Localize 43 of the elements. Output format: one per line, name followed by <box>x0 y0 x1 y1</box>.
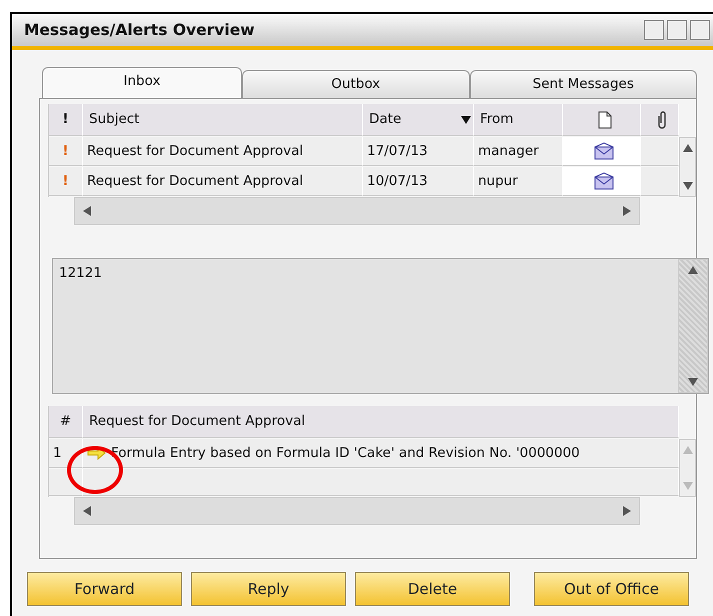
scroll-right-button[interactable] <box>623 506 631 516</box>
column-header[interactable]: Request for Document Approval <box>83 406 679 438</box>
scroll-left-button[interactable] <box>83 206 91 216</box>
scroll-right-button[interactable] <box>623 206 631 216</box>
scroll-up-button[interactable] <box>688 266 698 274</box>
table-cell: 17/07/13 <box>363 137 474 166</box>
message-text: 12121 <box>58 264 103 283</box>
column-header[interactable]: From <box>474 104 563 136</box>
column-header[interactable]: # <box>49 406 83 438</box>
row-number: 1 <box>49 439 83 468</box>
table-cell: Request for Document Approval <box>83 167 363 196</box>
action-button[interactable]: Forward <box>27 572 182 606</box>
envelope-icon <box>594 142 614 160</box>
action-button[interactable]: Delete <box>355 572 510 606</box>
tab[interactable]: Outbox <box>242 70 470 98</box>
priority-mark: ! <box>49 167 83 196</box>
action-button[interactable]: Reply <box>191 572 346 606</box>
column-header[interactable]: Subject <box>83 104 363 136</box>
scroll-up-button[interactable] <box>682 144 692 152</box>
scroll-down-button[interactable] <box>682 182 692 190</box>
action-button[interactable]: Out of Office <box>534 572 689 606</box>
table-cell: Request for Document Approval <box>83 137 363 166</box>
tab[interactable]: Sent Messages <box>470 70 697 98</box>
column-header[interactable]: Date <box>363 104 474 136</box>
close-button[interactable] <box>690 20 710 40</box>
table-cell-text: Formula Entry based on Formula ID 'Cake' and Revision No. '0000000 <box>111 444 580 463</box>
envelope-icon <box>594 172 614 190</box>
paperclip-icon <box>658 110 667 128</box>
scroll-left-button[interactable] <box>83 506 91 516</box>
scroll-down-button[interactable] <box>688 378 698 386</box>
table-cell: 10/07/13 <box>363 167 474 196</box>
column-header-text: Date <box>369 110 402 130</box>
column-header[interactable] <box>641 104 679 136</box>
tab[interactable]: Inbox <box>42 67 242 98</box>
column-header[interactable] <box>563 104 641 136</box>
document-icon <box>598 110 612 128</box>
minimize-button[interactable] <box>644 20 664 40</box>
maximize-button[interactable] <box>667 20 687 40</box>
table-cell: manager <box>474 137 563 166</box>
table-cell: nupur <box>474 167 563 196</box>
column-header[interactable]: ! <box>49 104 83 136</box>
window-title: Messages/Alerts Overview <box>24 20 256 40</box>
priority-mark: ! <box>49 137 83 166</box>
